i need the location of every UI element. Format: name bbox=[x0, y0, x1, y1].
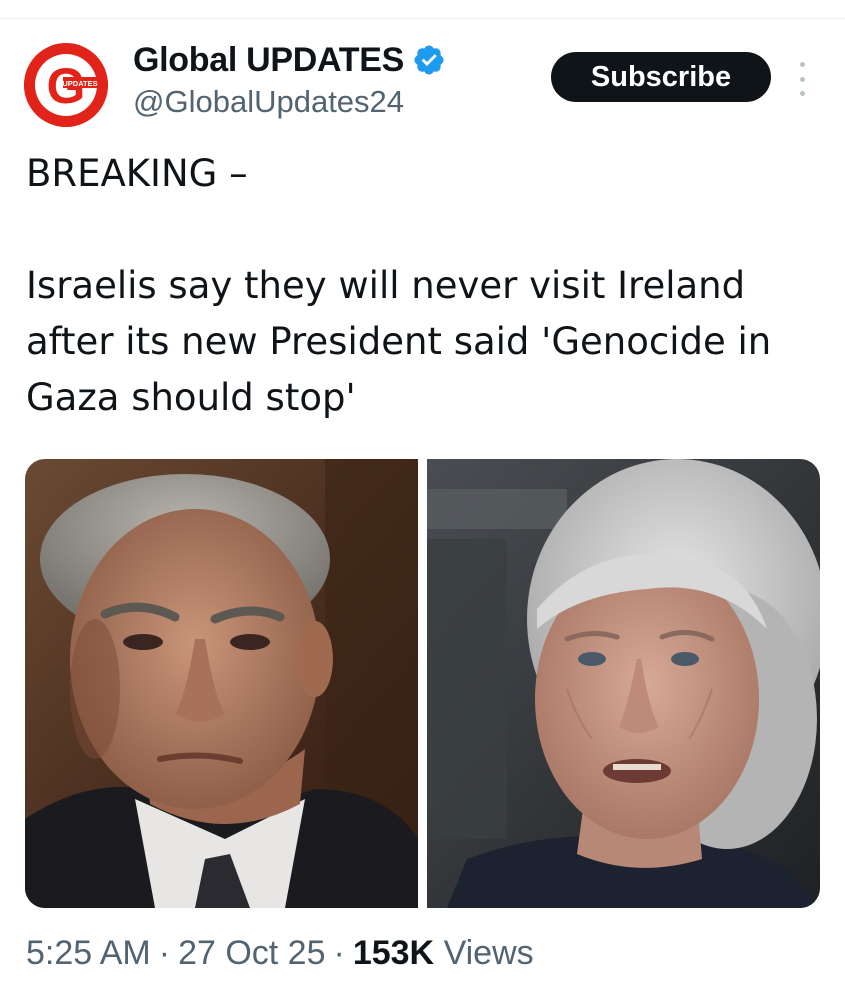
tweet-time[interactable]: 5:25 AM bbox=[26, 934, 151, 972]
tweet-date[interactable]: 27 Oct 25 bbox=[178, 934, 325, 972]
tweet-text-line-1: BREAKING – bbox=[26, 152, 248, 195]
top-divider bbox=[0, 18, 845, 19]
author-handle[interactable]: @GlobalUpdates24 bbox=[133, 84, 446, 120]
subscribe-button[interactable]: Subscribe bbox=[551, 52, 771, 102]
man-portrait-image bbox=[25, 459, 418, 908]
more-dot bbox=[799, 62, 805, 67]
tweet-detail-page: G UPDATES Global UPDATES @GlobalUpdates2… bbox=[0, 0, 845, 1000]
tweet-media-grid bbox=[25, 459, 820, 908]
more-dot bbox=[799, 76, 805, 82]
views-count[interactable]: 153K bbox=[353, 934, 434, 972]
more-options-icon[interactable] bbox=[792, 62, 812, 96]
svg-text:UPDATES: UPDATES bbox=[62, 79, 97, 88]
tweet-text: BREAKING – Israelis say they will never … bbox=[26, 146, 826, 426]
author-name-row: Global UPDATES bbox=[133, 38, 446, 82]
views-label[interactable]: Views bbox=[444, 934, 534, 972]
verified-badge-icon[interactable] bbox=[412, 43, 446, 77]
tweet-photo-2[interactable] bbox=[427, 459, 820, 908]
meta-separator: · bbox=[333, 934, 345, 972]
tweet-text-line-2: Israelis say they will never visit Irela… bbox=[26, 264, 772, 419]
author-display-name[interactable]: Global UPDATES bbox=[133, 41, 404, 80]
author-info: Global UPDATES @GlobalUpdates24 bbox=[133, 38, 446, 120]
avatar-logo-icon: G UPDATES bbox=[24, 43, 108, 127]
more-dot bbox=[799, 91, 805, 96]
tweet-meta: 5:25 AM · 27 Oct 25 · 153K Views bbox=[26, 934, 534, 973]
tweet-photo-1[interactable] bbox=[25, 459, 418, 908]
author-avatar[interactable]: G UPDATES bbox=[24, 43, 108, 127]
woman-portrait-image bbox=[427, 459, 820, 908]
meta-separator: · bbox=[158, 934, 171, 972]
